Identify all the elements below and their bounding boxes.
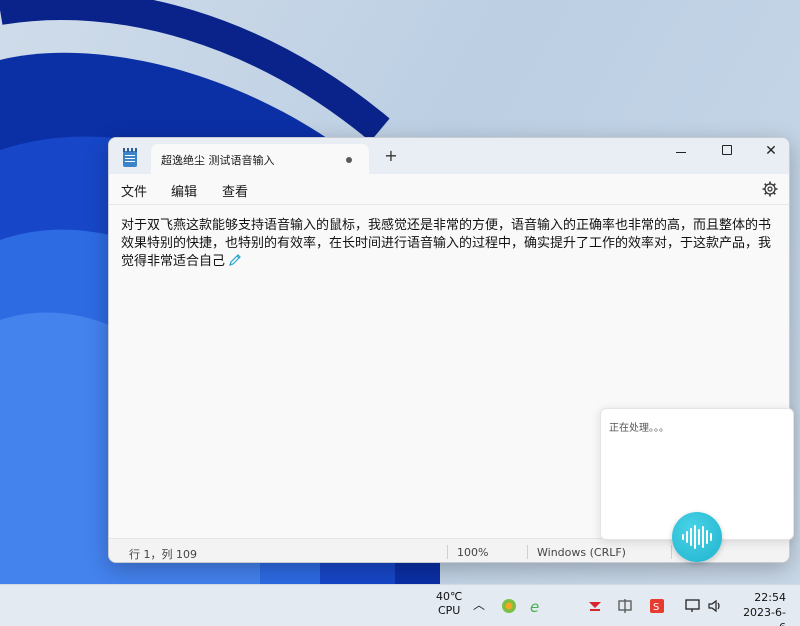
editor-content[interactable]: 对于双飞燕这款能够支持语音输入的鼠标，我感觉还是非常的方便，语音输入的正确率也非… (121, 217, 789, 271)
cpu-label: CPU (437, 604, 461, 617)
network-icon[interactable] (684, 597, 702, 615)
voice-status-text: 正在处理。。。 (609, 423, 669, 434)
editor-line: 效果特别的快捷，也特别的有效率，在长时间进行语音输入的过程中，确实提升了工作的效… (121, 236, 772, 251)
security-app-icon[interactable] (500, 597, 518, 615)
maximize-button[interactable] (705, 138, 749, 166)
close-icon: ✕ (765, 143, 777, 159)
pencil-icon (229, 254, 241, 266)
editor-line: 觉得非常适合自己 (121, 254, 226, 269)
svg-text:e: e (530, 598, 539, 615)
menu-bar: 文件 编辑 查看 (109, 174, 789, 204)
cpu-temp-widget[interactable]: 40℃ CPU (436, 590, 462, 618)
cpu-temperature: 40℃ (436, 590, 463, 603)
taskbar: 40℃ CPU ︿ e S 22:54 2023-6-6 (0, 584, 800, 626)
mouse-app-icon[interactable] (586, 597, 604, 615)
unsaved-dot-icon[interactable] (346, 157, 352, 163)
clock[interactable]: 22:54 2023-6-6 (740, 590, 786, 626)
cursor-position: 行 1，列 109 (129, 548, 197, 561)
status-divider (527, 545, 528, 559)
title-bar: 超逸绝尘 测试语音输入 + ✕ (109, 138, 789, 174)
settings-gear-icon[interactable] (762, 181, 778, 197)
notepad-app-icon (123, 148, 137, 167)
svg-text:S: S (653, 602, 659, 613)
menu-file[interactable]: 文件 (121, 181, 147, 200)
menu-edit[interactable]: 编辑 (171, 181, 197, 200)
minimize-button[interactable] (659, 138, 703, 166)
volume-icon[interactable] (706, 597, 724, 615)
status-divider (447, 545, 448, 559)
clock-time: 22:54 (754, 591, 786, 604)
browser-icon[interactable]: e (528, 597, 546, 615)
minimize-icon (676, 152, 686, 153)
tab-document[interactable]: 超逸绝尘 测试语音输入 (151, 144, 369, 174)
chevron-up-icon[interactable]: ︿ (473, 596, 485, 613)
line-ending: Windows (CRLF) (537, 546, 626, 559)
zoom-level: 100% (457, 546, 489, 559)
plus-icon[interactable]: + (381, 148, 401, 164)
maximize-icon (722, 145, 732, 155)
sound-wave-icon (682, 525, 712, 549)
editor-line: 对于双飞燕这款能够支持语音输入的鼠标，我感觉还是非常的方便，语音输入的正确率也非… (121, 218, 772, 233)
voice-wave-button[interactable] (672, 512, 722, 562)
input-method-icon[interactable] (616, 597, 634, 615)
tab-title: 超逸绝尘 测试语音输入 (161, 154, 275, 167)
close-button[interactable]: ✕ (749, 138, 789, 166)
wps-app-icon[interactable]: S (648, 597, 666, 615)
clock-date: 2023-6-6 (743, 606, 786, 626)
menu-view[interactable]: 查看 (222, 181, 248, 200)
